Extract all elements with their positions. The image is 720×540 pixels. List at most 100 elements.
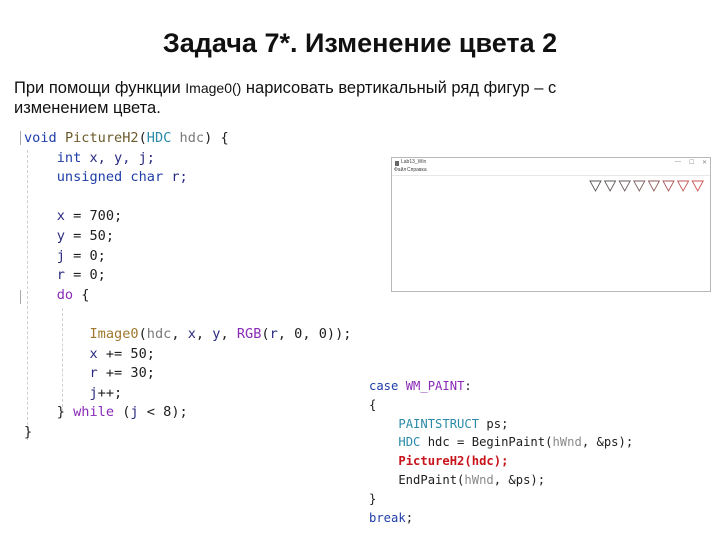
maximize-button[interactable]: ☐ <box>689 159 694 166</box>
text-caret <box>20 131 21 145</box>
code-block-wm-paint: case WM_PAINT:{ PAINTSTRUCT ps; HDC hdc … <box>369 377 633 527</box>
code-paint-line: HDC hdc = BeginPaint(hWnd, &ps); <box>369 433 633 452</box>
code-token: RGB <box>236 325 262 342</box>
code-token: , &ps); <box>493 472 546 487</box>
code-token: += 50; <box>97 345 155 362</box>
code-token: { <box>369 397 377 412</box>
code-main-line: Image0(hdc, x, y, RGB(r, 0, 0)); <box>24 325 351 345</box>
close-button[interactable]: ✕ <box>702 159 707 166</box>
triangle-shape <box>603 180 617 192</box>
app-icon <box>395 161 399 166</box>
function-name: Image0() <box>185 80 242 96</box>
code-token: ps; <box>479 416 509 431</box>
code-token: hdc <box>179 130 205 146</box>
code-token: EndPaint( <box>369 472 465 487</box>
triangle-shape <box>691 180 704 192</box>
code-token: x, y, j; <box>89 149 155 166</box>
window-client-area <box>392 176 710 291</box>
code-token: = 50; <box>64 227 115 244</box>
triangle-shape <box>676 180 690 192</box>
triangles-canvas <box>589 180 704 192</box>
minimize-button[interactable]: — <box>675 159 681 165</box>
code-token: } <box>24 404 74 421</box>
menu-file[interactable]: Файл <box>394 167 406 173</box>
code-main-line: j = 0; <box>24 247 351 267</box>
code-main-line: r += 30; <box>24 364 351 384</box>
code-token: hdc <box>146 325 172 342</box>
code-main-line: do { <box>24 286 351 306</box>
code-token: char <box>130 169 164 186</box>
code-paint-line: case WM_PAINT: <box>369 377 633 396</box>
code-token: while <box>73 404 115 421</box>
code-token: = 0; <box>64 247 106 264</box>
code-token: hdc = BeginPaint( <box>420 435 553 450</box>
triangle-shape <box>618 180 631 192</box>
code-token: int <box>56 149 82 166</box>
code-token: , <box>195 325 213 342</box>
code-token: r <box>56 267 65 284</box>
code-token: break <box>369 510 406 525</box>
code-token: PictureH2 <box>64 130 139 146</box>
slide-title: Задача 7*. Изменение цвета 2 <box>162 28 558 58</box>
code-main-line: int x, y, j; <box>24 149 351 169</box>
code-paint-line: { <box>369 396 633 415</box>
code-token: } <box>24 423 33 440</box>
task-description: При помощи функции Image0() нарисовать в… <box>14 78 614 118</box>
app-window[interactable]: Lab13_Win — ☐ ✕ Файл Справка <box>391 157 711 292</box>
code-token: j <box>56 247 65 264</box>
code-main-line: void PictureH2(HDC hdc) { <box>24 129 351 149</box>
code-token: PictureH2(hdc); <box>398 454 509 469</box>
code-paint-line: PAINTSTRUCT ps; <box>369 415 633 434</box>
code-token: ( <box>114 404 131 421</box>
code-token: void <box>24 130 57 146</box>
code-token: unsigned <box>56 169 123 186</box>
text-caret <box>20 290 21 304</box>
code-token: y <box>56 227 65 244</box>
code-token: : <box>464 379 472 393</box>
description-text-1: При помощи функции <box>14 79 186 97</box>
code-token: r; <box>171 169 188 186</box>
code-token: , 0, 0)); <box>277 325 352 342</box>
code-token: x <box>89 345 98 362</box>
code-token: x <box>187 325 196 342</box>
code-token: do <box>56 286 74 303</box>
triangle-shape <box>633 180 646 192</box>
code-token: , <box>220 325 237 342</box>
code-token: x <box>56 208 65 225</box>
code-main-line: } <box>24 423 351 443</box>
code-main-line: } while (j < 8); <box>24 403 351 423</box>
code-token: Image0 <box>89 325 139 342</box>
code-block-picture-h2: void PictureH2(HDC hdc) { int x, y, j; u… <box>24 129 351 443</box>
menu-bar: Файл Справка <box>392 167 710 176</box>
menu-help[interactable]: Справка <box>407 167 427 173</box>
code-token: HDC <box>398 435 421 450</box>
code-token: j <box>89 384 98 401</box>
code-main-line: j++; <box>24 384 351 404</box>
code-token: = 700; <box>64 208 123 225</box>
code-paint-line: EndPaint(hWnd, &ps); <box>369 471 633 490</box>
code-token: , <box>171 325 188 342</box>
code-token: ( <box>138 130 147 146</box>
code-main-line: x = 700; <box>24 207 351 227</box>
code-token: HDC <box>146 130 172 146</box>
code-token: } <box>369 491 377 506</box>
code-paint-line: } <box>369 490 633 509</box>
code-main-line: x += 50; <box>24 345 351 365</box>
code-token: { <box>73 286 90 303</box>
code-token: r <box>269 325 278 342</box>
code-token: j <box>130 404 139 421</box>
code-token: WM_PAINT <box>405 379 465 393</box>
code-paint-line: PictureH2(hdc); <box>369 452 633 471</box>
